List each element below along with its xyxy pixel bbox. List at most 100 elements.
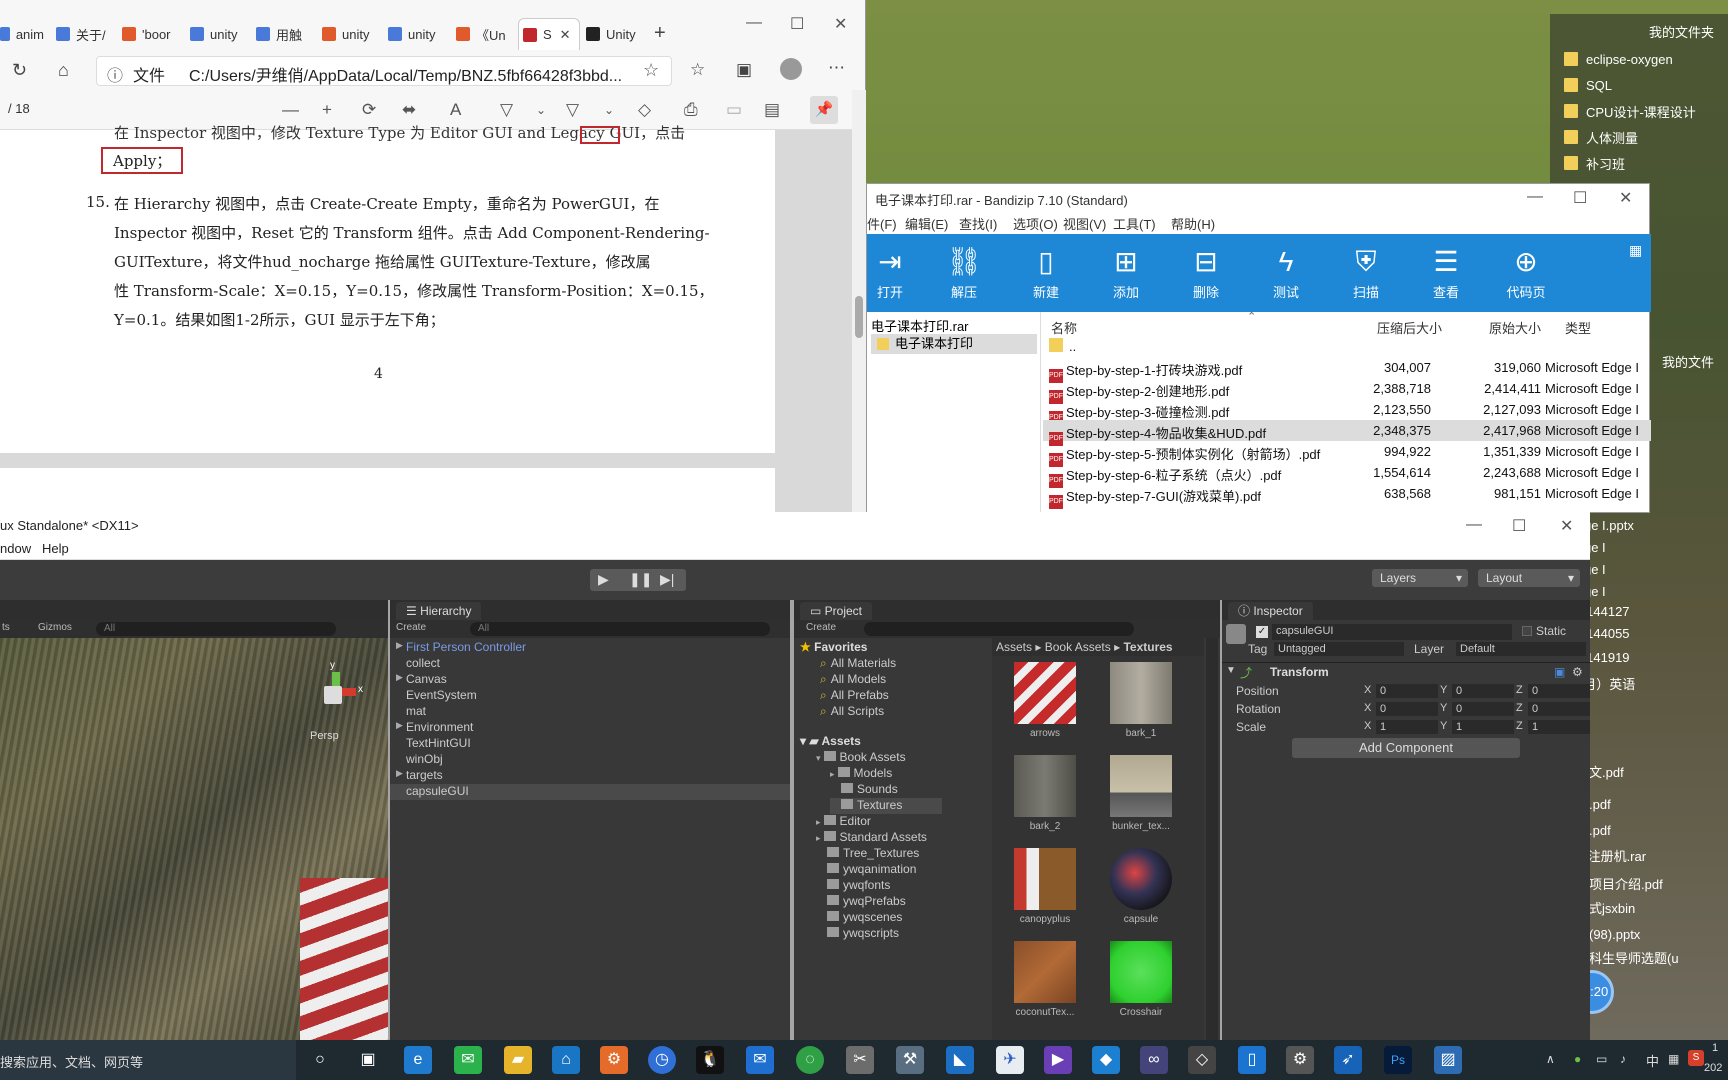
scene-search[interactable]: All bbox=[96, 622, 336, 636]
eraser-icon[interactable]: ◇ bbox=[638, 100, 651, 120]
favorites-icon[interactable]: ☆ bbox=[690, 60, 705, 80]
menu-file[interactable]: 件(F) bbox=[867, 214, 897, 233]
asset-folder[interactable]: ywqscripts bbox=[816, 926, 899, 942]
hierarchy-item[interactable]: ▶ targets bbox=[396, 768, 443, 784]
transform-position-field[interactable]: 0 bbox=[1452, 684, 1514, 698]
add-button[interactable]: ⊞ 添加 bbox=[1091, 242, 1161, 308]
asset-folder[interactable]: Sounds bbox=[830, 782, 898, 798]
table-row[interactable]: PDF Step-by-step-6-粒子系统（点火）.pdf 1,554,614 2… bbox=[1043, 462, 1651, 488]
tablet-app-icon[interactable]: ▯ bbox=[1238, 1046, 1266, 1074]
tray-chevron-icon[interactable]: ∧ bbox=[1546, 1052, 1555, 1066]
maximize-icon[interactable]: ☐ bbox=[790, 14, 804, 34]
browser-tab[interactable]: anim bbox=[0, 18, 44, 50]
hierarchy-item[interactable]: collect bbox=[406, 656, 440, 672]
table-row[interactable]: PDF Step-by-step-2-创建地形.pdf 2,388,718 2,414… bbox=[1043, 378, 1651, 404]
transform-rotation-field[interactable]: 0 bbox=[1376, 702, 1438, 716]
menu-window[interactable]: ndow bbox=[0, 541, 31, 556]
hierarchy-item[interactable]: ▶ Environment bbox=[396, 720, 473, 736]
mail-client-icon[interactable]: ✈ bbox=[996, 1046, 1024, 1074]
eclipse-icon[interactable]: ⚙ bbox=[600, 1046, 628, 1074]
asset-folder[interactable]: ywqanimation bbox=[816, 862, 916, 878]
photoshop-icon[interactable]: Ps bbox=[1384, 1046, 1412, 1074]
asset-folder[interactable]: ywqscenes bbox=[816, 910, 902, 926]
pin-icon[interactable]: 📌 bbox=[810, 96, 838, 124]
browser-tab[interactable]: Unity bbox=[586, 18, 648, 50]
expand-arrow-icon[interactable]: ▸ bbox=[816, 833, 821, 843]
extract-button[interactable]: ⛓ 解压 bbox=[929, 242, 999, 308]
print-icon[interactable]: ⎙ bbox=[684, 100, 698, 120]
hierarchy-item[interactable]: TextHintGUI bbox=[406, 736, 471, 752]
link-app-icon[interactable]: ∞ bbox=[1140, 1046, 1168, 1074]
home-icon[interactable]: ⌂ bbox=[58, 60, 69, 81]
edge-icon[interactable]: e bbox=[404, 1046, 432, 1074]
layers-dropdown[interactable]: Layers ▾ bbox=[1372, 569, 1468, 587]
tree-archive[interactable]: 电子课本打印.rar bbox=[871, 316, 969, 335]
hierarchy-search[interactable]: All bbox=[470, 622, 770, 636]
close-icon[interactable]: ✕ bbox=[1619, 188, 1632, 208]
folder-item[interactable]: SQL bbox=[1564, 74, 1612, 96]
folder-item[interactable]: 人体测量 bbox=[1564, 126, 1638, 148]
save-icon[interactable]: ▭ bbox=[726, 100, 742, 120]
asset-folder[interactable]: Tree_Textures bbox=[816, 846, 919, 862]
favorite-star-icon[interactable]: ☆ bbox=[643, 60, 659, 81]
save-as-icon[interactable]: ▤ bbox=[764, 100, 780, 120]
col-size[interactable]: 原始大小 bbox=[1489, 318, 1541, 337]
refresh-icon[interactable]: ↻ bbox=[12, 60, 27, 81]
transform-position-field[interactable]: 0 bbox=[1376, 684, 1438, 698]
col-type[interactable]: 类型 bbox=[1565, 318, 1591, 337]
hierarchy-item[interactable]: capsuleGUI bbox=[390, 784, 790, 800]
feather-app-icon[interactable]: ➶ bbox=[1334, 1046, 1362, 1074]
transform-rotation-field[interactable]: 0 bbox=[1528, 702, 1590, 716]
transform-scale-field[interactable]: 1 bbox=[1528, 720, 1590, 734]
minimize-icon[interactable]: — bbox=[1527, 188, 1543, 206]
folder-item[interactable]: eclipse-oxygen bbox=[1564, 48, 1673, 70]
wechat-icon[interactable]: ✉ bbox=[454, 1046, 482, 1074]
browser-tab[interactable]: 《Un bbox=[456, 18, 512, 50]
unity-icon[interactable]: ◇ bbox=[1188, 1046, 1216, 1074]
hierarchy-item[interactable]: EventSystem bbox=[406, 688, 477, 704]
transform-position-field[interactable]: 0 bbox=[1528, 684, 1590, 698]
network-tool-icon[interactable]: ⚙ bbox=[1286, 1046, 1314, 1074]
list-item[interactable]: .. bbox=[1043, 336, 1651, 357]
table-row[interactable]: PDF Step-by-step-1-打砖块游戏.pdf 304,007 319,06… bbox=[1043, 357, 1651, 383]
mail-icon[interactable]: ✉ bbox=[746, 1046, 774, 1074]
volume-icon[interactable]: ♪ bbox=[1620, 1052, 1626, 1066]
folder-item[interactable]: CPU设计-课程设计 bbox=[1564, 100, 1696, 122]
test-button[interactable]: ϟ 测试 bbox=[1251, 242, 1321, 308]
menu-view[interactable]: 视图(V) bbox=[1063, 214, 1106, 233]
asset-folder[interactable]: ywqPrefabs bbox=[816, 894, 906, 910]
transform-header[interactable]: ▼ ⤴ Transform ▣ ⚙ bbox=[1222, 662, 1590, 680]
menu-find[interactable]: 查找(I) bbox=[959, 214, 997, 233]
browser-tab[interactable]: 关于/ bbox=[56, 18, 114, 50]
menu-options[interactable]: 选项(O) bbox=[1013, 214, 1058, 233]
add-component-button[interactable]: Add Component bbox=[1292, 738, 1520, 758]
maximize-icon[interactable]: ☐ bbox=[1512, 516, 1526, 536]
browser-tab[interactable]: 用触 bbox=[256, 18, 316, 50]
asset-folder[interactable]: ▾ Book Assets bbox=[816, 750, 906, 766]
sync-icon[interactable]: ◌ bbox=[796, 1046, 824, 1074]
step-icon[interactable]: ▶| bbox=[660, 571, 674, 588]
highlight-icon[interactable]: ▽ bbox=[500, 100, 513, 120]
zoom-out-icon[interactable]: — bbox=[282, 100, 299, 120]
settings-tool-icon[interactable]: ⚒ bbox=[896, 1046, 924, 1074]
texture-asset[interactable]: Crosshair bbox=[1096, 941, 1186, 1018]
profile-avatar[interactable] bbox=[780, 58, 802, 80]
table-row[interactable]: PDF Step-by-step-7-GUI(游戏菜单).pdf 638,568 98… bbox=[1043, 483, 1651, 509]
layout-dropdown[interactable]: Layout ▾ bbox=[1478, 569, 1580, 587]
hierarchy-create-dropdown[interactable]: Create bbox=[396, 622, 426, 633]
close-tab-icon[interactable]: ✕ bbox=[560, 27, 571, 43]
expand-arrow-icon[interactable]: ▾ bbox=[816, 753, 821, 763]
task-view-icon[interactable]: ▣ bbox=[354, 1046, 382, 1074]
table-row[interactable]: PDF Step-by-step-4-物品收集&HUD.pdf 2,348,375 2… bbox=[1043, 420, 1651, 446]
texture-asset[interactable]: bark_1 bbox=[1096, 662, 1186, 739]
asset-folder[interactable]: ywqfonts bbox=[816, 878, 890, 894]
favorites-item[interactable]: ⌕ All Prefabs bbox=[820, 688, 889, 704]
hierarchy-item[interactable]: ▶ First Person Controller bbox=[396, 640, 526, 656]
asset-folder[interactable]: Textures bbox=[830, 798, 943, 814]
tab-hierarchy[interactable]: ☰ Hierarchy bbox=[396, 602, 482, 620]
menu-tools[interactable]: 工具(T) bbox=[1113, 214, 1156, 233]
gear-icon[interactable]: ⚙ bbox=[1572, 665, 1583, 679]
clock-date[interactable]: 202 bbox=[1704, 1062, 1722, 1074]
tab-project[interactable]: ▭ Project bbox=[800, 602, 873, 620]
texture-asset[interactable]: arrows bbox=[1000, 662, 1090, 739]
